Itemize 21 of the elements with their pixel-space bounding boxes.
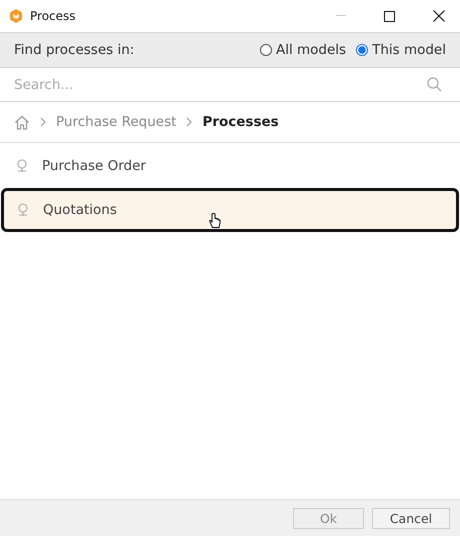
hand-cursor-icon [209, 213, 221, 229]
dialog-button[interactable]: Cancel [372, 508, 450, 528]
filter-label: Find processes in: [14, 42, 134, 58]
process-icon [16, 159, 28, 173]
breadcrumb-item[interactable]: Purchase Request [56, 114, 176, 130]
radio-option[interactable]: All models [260, 42, 346, 58]
radio-option[interactable]: This model [356, 42, 446, 58]
chevron-icon [186, 117, 192, 127]
process-item[interactable]: Quotations [1, 188, 459, 232]
search-icon[interactable] [427, 77, 442, 92]
close-icon[interactable] [433, 10, 445, 22]
maximize-icon[interactable] [384, 10, 395, 22]
search-field[interactable]: Search... [12, 76, 427, 94]
window-title: Process [30, 9, 76, 23]
breadcrumb-item: Processes [202, 114, 279, 130]
app-logo-icon [8, 8, 24, 24]
minimize-icon[interactable] [336, 15, 346, 17]
home-icon[interactable] [14, 114, 30, 130]
process-item[interactable]: Purchase Order [0, 144, 460, 188]
process-icon [17, 203, 29, 217]
chevron-icon [40, 117, 46, 127]
